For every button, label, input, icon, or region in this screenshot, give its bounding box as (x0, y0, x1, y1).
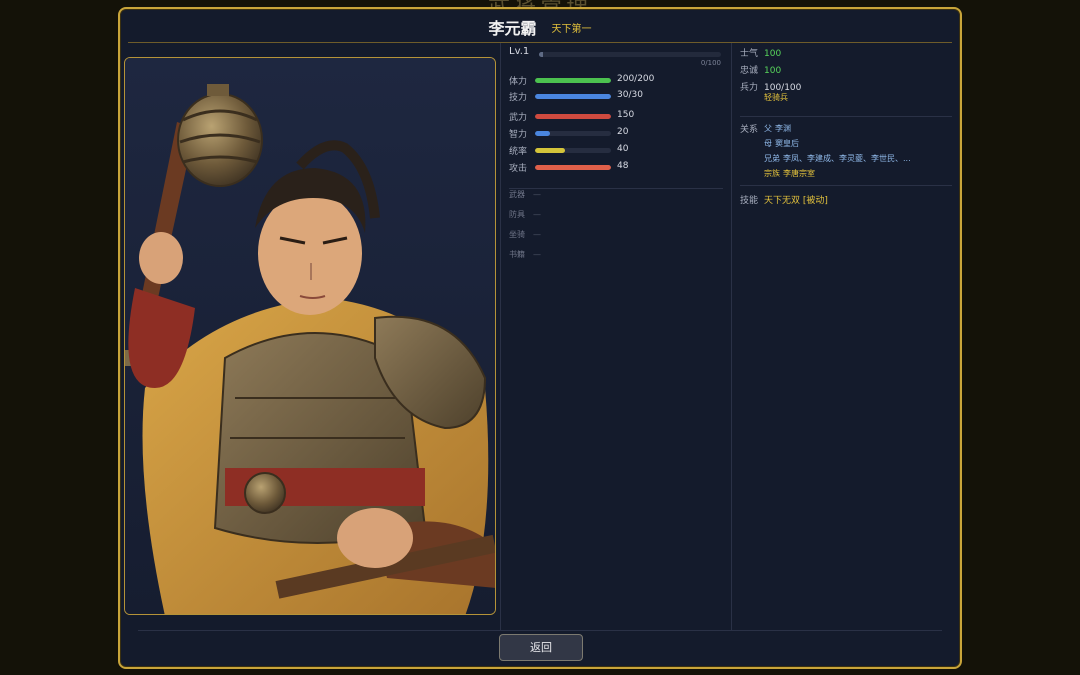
equip-value: — (533, 210, 541, 219)
stat-label: 技力 (509, 93, 528, 103)
stat-bar-fill (535, 94, 611, 99)
stat-bar-fill (535, 114, 611, 119)
equip-slot-mount[interactable]: 坐骑 — (509, 229, 541, 240)
exp-text: 0/100 (700, 59, 721, 67)
exp-bar-fill (539, 52, 543, 57)
troop-type: 轻骑兵 (764, 93, 788, 102)
stats-column: Lv.1 0/100 体力 200/200 技力 30/30 武力 150 智力… (500, 43, 732, 631)
stat-bar (535, 78, 611, 83)
stat-bar (535, 165, 611, 170)
relation-kind: 母 (764, 139, 772, 148)
level-row: Lv.1 0/100 (509, 46, 721, 67)
stat-label: 武力 (509, 113, 528, 123)
equip-value: — (533, 230, 541, 239)
equip-slot-weapon[interactable]: 武器 — (509, 189, 541, 200)
morale-value: 100 (764, 49, 782, 59)
relation-father[interactable]: 父李渊 (764, 123, 791, 134)
skill-label: 技能 (740, 196, 759, 206)
loyalty-row: 忠诚 100 (740, 63, 781, 76)
relation-names: 李凤、李建成、李灵夔、李世民、... (783, 154, 911, 163)
stat-row-hp: 体力 200/200 (509, 74, 729, 88)
stat-bar (535, 94, 611, 99)
stat-value: 20 (617, 127, 629, 137)
relation-names: 李唐宗室 (783, 169, 815, 178)
stat-value: 30/30 (617, 90, 643, 100)
relation-names: 李渊 (775, 124, 791, 133)
back-button[interactable]: 返回 (499, 634, 583, 661)
stat-value: 40 (617, 144, 629, 154)
equip-label: 武器 (509, 190, 525, 199)
stat-label: 统率 (509, 147, 528, 157)
relations-label: 关系 (740, 125, 759, 135)
info-column: 士气 100 忠诚 100 兵力 100/100 轻骑兵 关系 父李渊 母窦皇后 兄弟… (732, 43, 956, 631)
relation-kind: 兄弟 (764, 154, 780, 163)
stat-value: 48 (617, 161, 629, 171)
morale-label: 士气 (740, 49, 759, 59)
stat-value: 150 (617, 110, 635, 120)
relation-kind: 宗族 (764, 169, 780, 178)
divider (509, 188, 723, 189)
stat-label: 体力 (509, 77, 528, 87)
stat-bar-fill (535, 78, 611, 83)
stat-label: 智力 (509, 130, 528, 140)
troops-label: 兵力 (740, 83, 759, 93)
stat-bar-fill (535, 165, 611, 170)
stat-value: 200/200 (617, 74, 655, 84)
dialog-header: 李元霸 天下第一 (128, 15, 952, 43)
skill-value: 天下无双 [被动] (764, 196, 828, 206)
warrior-portrait-illustration (125, 58, 495, 614)
exp-bar (539, 52, 721, 57)
skill-row[interactable]: 技能 天下无双 [被动] (740, 193, 828, 206)
stat-row-attack: 攻击 48 (509, 161, 729, 175)
stat-bar (535, 114, 611, 119)
divider (740, 116, 952, 117)
stat-row-skill-power: 技力 30/30 (509, 90, 729, 104)
hero-portrait (124, 57, 496, 615)
relation-names: 窦皇后 (775, 139, 799, 148)
loyalty-label: 忠诚 (740, 66, 759, 76)
relation-clan[interactable]: 宗族 李唐宗室 (764, 168, 815, 179)
equip-slot-armor[interactable]: 防具 — (509, 209, 541, 220)
stat-label: 攻击 (509, 164, 528, 174)
equip-value: — (533, 250, 541, 259)
stat-row-force: 武力 150 (509, 110, 729, 124)
equip-label: 坐骑 (509, 230, 525, 239)
hero-detail-dialog: 李元霸 天下第一 Lv.1 0/100 体力 200/200 技力 30/30 … (118, 7, 962, 669)
level-label: Lv.1 (509, 46, 530, 57)
hero-title: 天下第一 (551, 23, 592, 35)
equip-label: 防具 (509, 210, 525, 219)
morale-row: 士气 100 (740, 46, 781, 59)
stat-bar (535, 148, 611, 153)
relation-kind: 父 (764, 124, 772, 133)
divider (740, 185, 952, 186)
stat-row-command: 统率 40 (509, 144, 729, 158)
relation-mother[interactable]: 母窦皇后 (764, 138, 799, 149)
loyalty-value: 100 (764, 66, 782, 76)
stat-bar (535, 131, 611, 136)
stat-bar-fill (535, 131, 551, 136)
stat-row-intelligence: 智力 20 (509, 127, 729, 141)
equip-value: — (533, 190, 541, 199)
equip-slot-book[interactable]: 书籍 — (509, 249, 541, 260)
footer-divider (138, 630, 942, 631)
hero-name: 李元霸 (488, 19, 537, 38)
equip-label: 书籍 (509, 250, 525, 259)
relation-siblings[interactable]: 兄弟 李凤、李建成、李灵夔、李世民、... (764, 153, 911, 164)
stat-bar-fill (535, 148, 566, 153)
